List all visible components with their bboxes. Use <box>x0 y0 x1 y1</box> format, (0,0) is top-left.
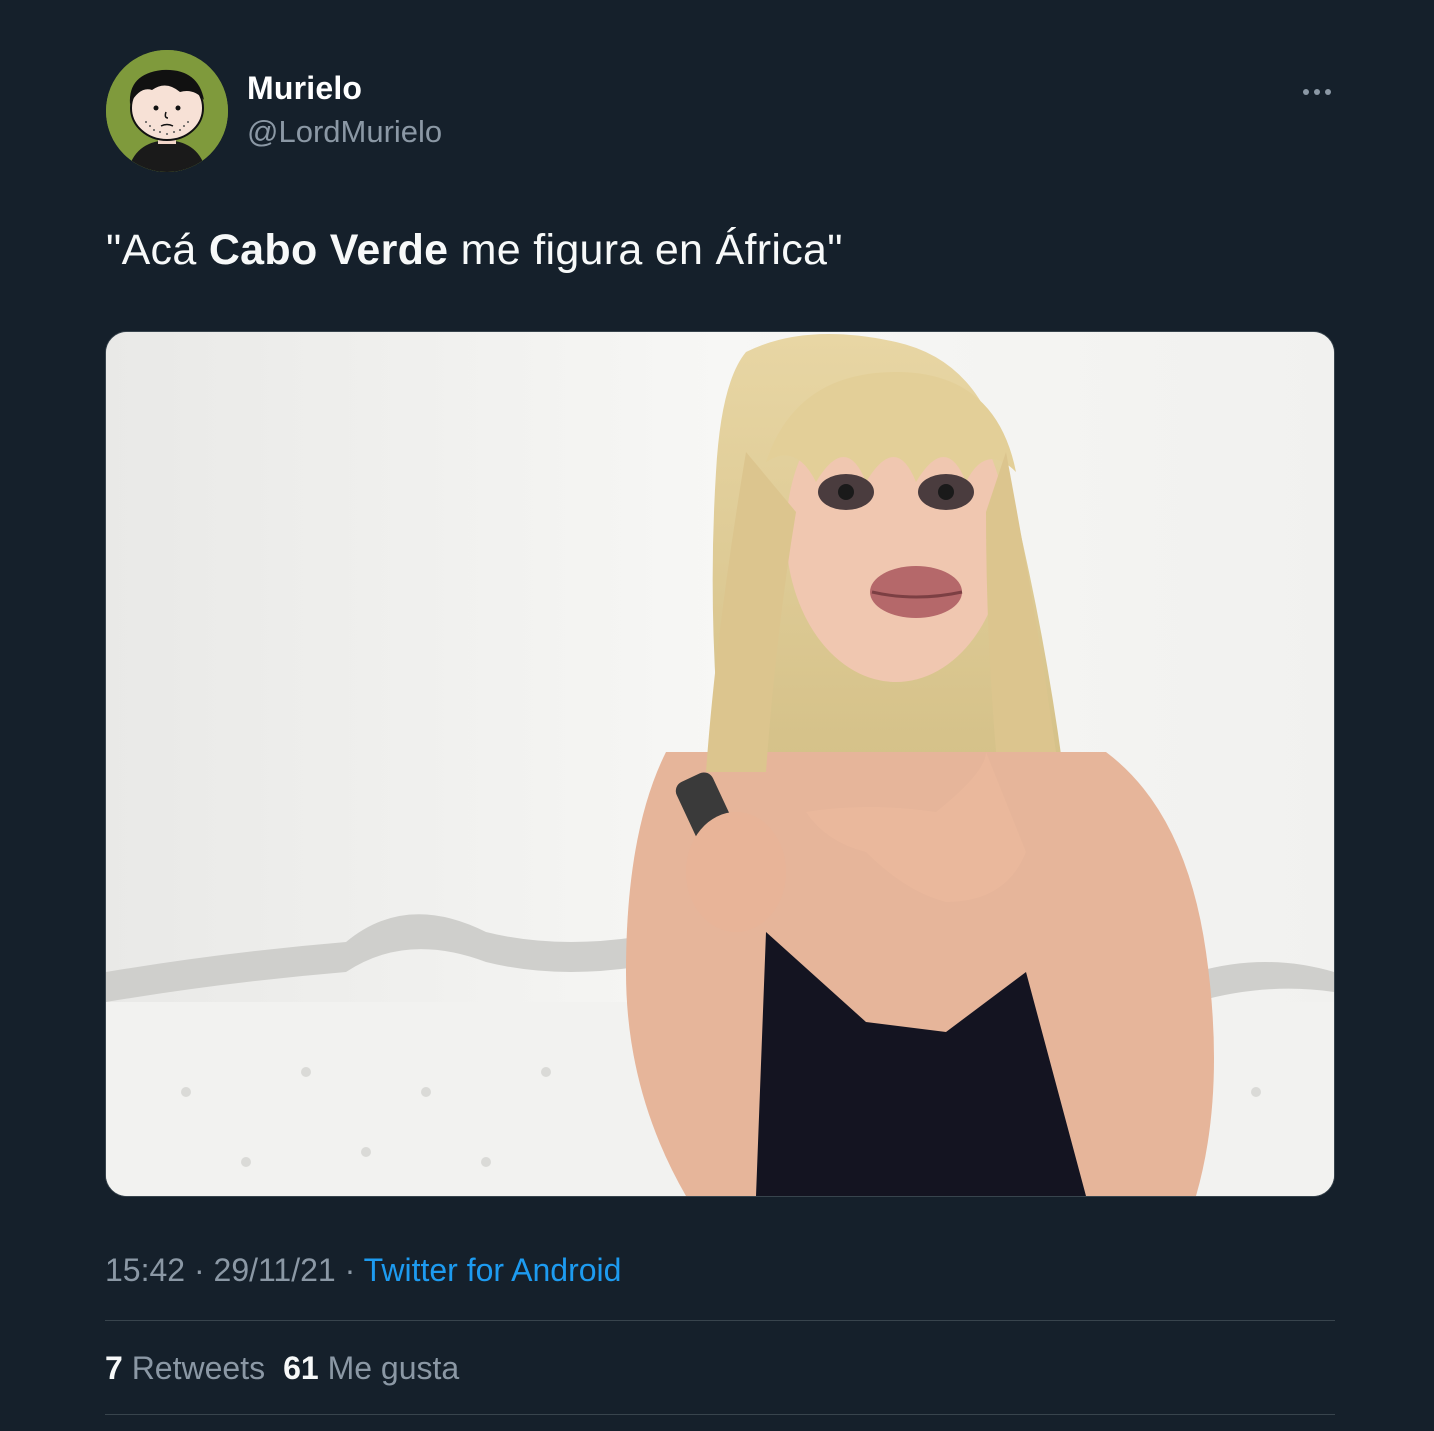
divider <box>105 1320 1335 1321</box>
tweet-text: "Acá Cabo Verde me figura en África" <box>106 226 843 275</box>
retweets-label: Retweets <box>131 1350 266 1386</box>
avatar[interactable] <box>106 50 228 172</box>
tweet-text-start: "Acá <box>106 226 209 274</box>
tweet-meta: 15:42 · 29/11/21 · Twitter for Android <box>105 1252 621 1289</box>
tweet-time[interactable]: 15:42 <box>105 1252 185 1288</box>
meta-separator: · <box>344 1252 356 1288</box>
tweet-text-end: me figura en África" <box>448 226 843 274</box>
more-dot-icon <box>1325 89 1331 95</box>
more-dot-icon <box>1303 89 1309 95</box>
meme-photo-icon <box>106 332 1334 1196</box>
avatar-cartoon-icon <box>106 50 228 172</box>
more-options-button[interactable] <box>1295 78 1339 106</box>
likes-stat[interactable]: 61 Me gusta <box>283 1350 459 1386</box>
tweet: Murielo @LordMurielo "Acá Cabo Verde me … <box>0 0 1434 1431</box>
retweets-count: 7 <box>105 1350 123 1386</box>
tweet-text-bold: Cabo Verde <box>208 226 449 274</box>
retweets-stat[interactable]: 7 Retweets <box>105 1350 265 1386</box>
author-handle[interactable]: @LordMurielo <box>247 114 442 150</box>
tweet-stats: 7 Retweets 61 Me gusta <box>105 1350 459 1387</box>
tweet-media-image[interactable] <box>105 331 1335 1197</box>
divider <box>105 1414 1335 1415</box>
likes-count: 61 <box>283 1350 319 1386</box>
tweet-source-link[interactable]: Twitter for Android <box>364 1252 622 1288</box>
likes-label: Me gusta <box>327 1350 460 1386</box>
more-dot-icon <box>1314 89 1320 95</box>
meta-separator: · <box>193 1252 205 1288</box>
tweet-date[interactable]: 29/11/21 <box>214 1252 336 1288</box>
author-display-name[interactable]: Murielo <box>247 70 362 107</box>
